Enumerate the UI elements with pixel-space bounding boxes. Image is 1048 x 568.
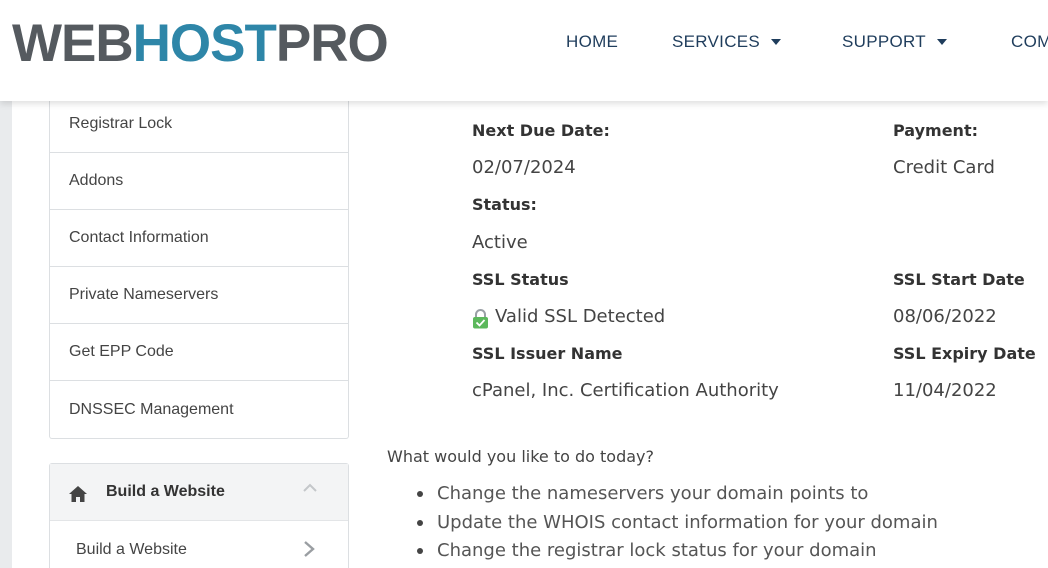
next-due-date-value: 02/07/2024 bbox=[472, 157, 576, 178]
payment-value: Credit Card bbox=[893, 157, 995, 178]
sidebar-item-get-epp-code[interactable]: Get EPP Code bbox=[50, 324, 348, 381]
ssl-start-date-value: 08/06/2022 bbox=[893, 306, 997, 327]
ssl-start-date-label: SSL Start Date bbox=[893, 270, 1025, 289]
site-logo[interactable]: WEBHOSTPRO bbox=[12, 14, 389, 74]
page-gutter bbox=[0, 101, 12, 568]
build-website-panel: Build a Website Build a Website bbox=[49, 463, 349, 568]
sidebar-item-dnssec-management[interactable]: DNSSEC Management bbox=[50, 381, 348, 438]
caret-down-icon bbox=[936, 39, 947, 45]
ssl-issuer-label: SSL Issuer Name bbox=[472, 344, 623, 363]
list-item: Change the registrar lock status for you… bbox=[414, 539, 1048, 568]
sidebar-item-label: Contact Information bbox=[69, 229, 209, 246]
build-website-panel-title: Build a Website bbox=[106, 483, 225, 500]
nav-support[interactable]: SUPPORT bbox=[842, 31, 947, 53]
nav-services-label: SERVICES bbox=[672, 32, 761, 51]
sidebar-item-label: DNSSEC Management bbox=[69, 400, 234, 418]
logo-text-host: HOST bbox=[132, 14, 277, 73]
nav-home[interactable]: HOME bbox=[566, 31, 618, 53]
status-value: Active bbox=[472, 232, 528, 253]
next-due-date-label: Next Due Date: bbox=[472, 121, 610, 140]
lock-icon bbox=[473, 309, 488, 329]
domain-actions-panel: Registrar Lock Addons Contact Informatio… bbox=[49, 96, 349, 439]
ssl-issuer-value: cPanel, Inc. Certification Authority bbox=[472, 380, 779, 401]
chevron-right-icon bbox=[304, 541, 315, 557]
nav-services[interactable]: SERVICES bbox=[672, 31, 782, 53]
sidebar-item-label: Addons bbox=[69, 172, 124, 189]
ssl-status-value: Valid SSL Detected bbox=[495, 306, 666, 327]
caret-down-icon bbox=[771, 39, 782, 45]
build-website-panel-header[interactable]: Build a Website bbox=[50, 464, 348, 521]
ssl-expiry-date-label: SSL Expiry Date bbox=[893, 344, 1036, 363]
home-icon bbox=[69, 486, 87, 502]
logo-text-pro: PRO bbox=[275, 14, 389, 73]
sidebar-item-label: Registrar Lock bbox=[69, 115, 173, 132]
sidebar-item-private-nameservers[interactable]: Private Nameservers bbox=[50, 267, 348, 324]
sidebar-item-label: Get EPP Code bbox=[69, 343, 174, 360]
sidebar-item-label: Build a Website bbox=[76, 540, 187, 558]
logo-text-web: WEB bbox=[12, 14, 134, 73]
sidebar-item-addons[interactable]: Addons bbox=[50, 153, 348, 210]
chevron-up-icon[interactable] bbox=[303, 481, 317, 495]
list-item: Update the WHOIS contact information for… bbox=[414, 511, 1048, 540]
payment-label: Payment: bbox=[893, 121, 978, 140]
actions-list: Change the nameservers your domain point… bbox=[414, 482, 1048, 568]
status-label: Status: bbox=[472, 195, 537, 214]
sidebar-item-label: Private Nameservers bbox=[69, 286, 219, 303]
sidebar-item-registrar-lock[interactable]: Registrar Lock bbox=[50, 96, 348, 153]
sidebar-item-contact-information[interactable]: Contact Information bbox=[50, 210, 348, 267]
nav-home-label: HOME bbox=[566, 32, 619, 51]
ssl-status-label: SSL Status bbox=[472, 270, 569, 289]
list-item: Change the nameservers your domain point… bbox=[414, 482, 1048, 511]
ssl-expiry-date-value: 11/04/2022 bbox=[893, 380, 997, 401]
nav-company[interactable]: COM bbox=[1011, 31, 1048, 53]
actions-question: What would you like to do today? bbox=[387, 447, 654, 466]
nav-support-label: SUPPORT bbox=[842, 32, 926, 51]
nav-company-label: COM bbox=[1011, 32, 1048, 51]
page: WEBHOSTPRO HOME SERVICES SUPPORT COM Reg… bbox=[0, 0, 1048, 568]
site-header: WEBHOSTPRO HOME SERVICES SUPPORT COM bbox=[0, 0, 1048, 101]
